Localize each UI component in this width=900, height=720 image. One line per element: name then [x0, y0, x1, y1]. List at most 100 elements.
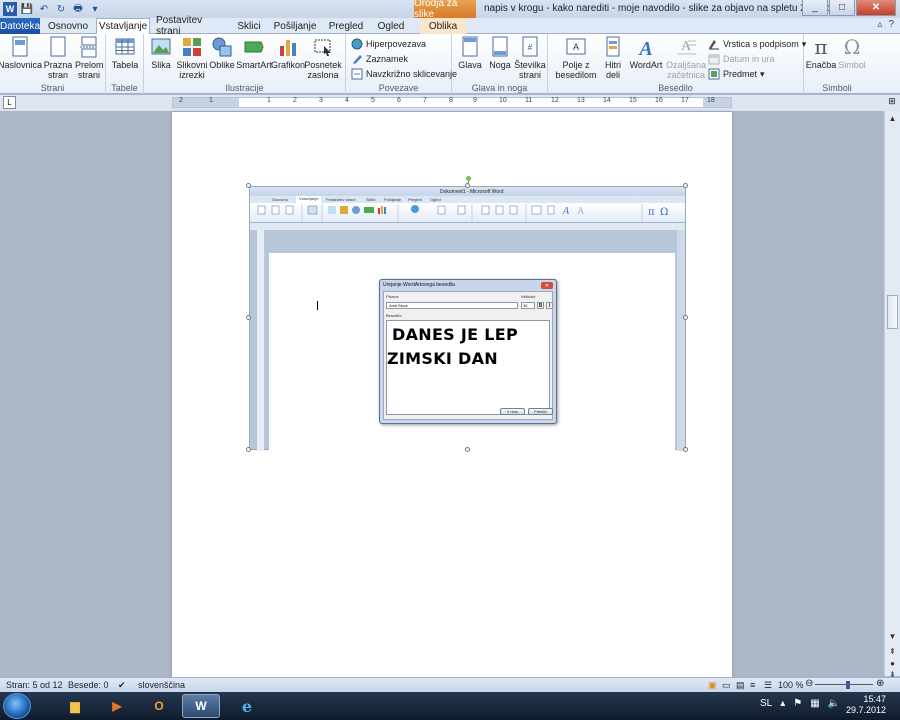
- browse-object-icon[interactable]: ●: [887, 658, 898, 669]
- ruler-number: 4: [345, 97, 349, 104]
- text-box-label: Polje z besedilom: [555, 60, 597, 80]
- minimize-button[interactable]: _: [802, 0, 828, 16]
- tab-review[interactable]: Pregled: [326, 18, 366, 34]
- footer-button[interactable]: Noga: [486, 36, 514, 70]
- network-icon[interactable]: ▦: [810, 698, 819, 709]
- tab-selector-button[interactable]: L: [3, 96, 16, 109]
- resize-handle-r[interactable]: [683, 315, 688, 320]
- bookmark-button[interactable]: Zaznamek: [351, 53, 408, 65]
- save-icon[interactable]: 💾: [20, 2, 34, 16]
- vertical-scrollbar[interactable]: ▲ ▼ ⇞ ● ⇟: [884, 111, 900, 679]
- draft-view-icon[interactable]: ☰: [764, 680, 772, 691]
- group-text: A Polje z besedilom Hitri deli A WordArt…: [548, 34, 806, 94]
- internet-explorer-icon[interactable]: e: [228, 694, 266, 718]
- text-label: Besedilo:: [386, 313, 403, 318]
- scroll-down-icon[interactable]: ▼: [887, 631, 898, 642]
- table-button[interactable]: Tabela: [110, 36, 140, 70]
- size-select: 36: [521, 302, 535, 309]
- tab-mailings[interactable]: Pošiljanje: [272, 18, 318, 34]
- clock[interactable]: 15:47 29.7.2012: [846, 694, 886, 716]
- print-layout-view-icon[interactable]: ▣: [708, 680, 717, 691]
- flag-icon[interactable]: ⚑: [793, 698, 802, 709]
- word-count-status[interactable]: Besede: 0: [68, 680, 109, 690]
- cross-reference-button[interactable]: Navzkrižno sklicevanje: [351, 68, 457, 80]
- cross-reference-icon: [351, 68, 363, 80]
- embedded-scrollbar: [677, 230, 685, 451]
- drop-cap-button[interactable]: A Ozaljšana začetnica: [666, 36, 706, 80]
- picture-button[interactable]: Slika: [148, 36, 174, 70]
- customize-qat-icon[interactable]: ▾: [88, 2, 102, 16]
- language-status[interactable]: slovenščina: [138, 680, 185, 690]
- outline-view-icon[interactable]: ≡: [750, 680, 755, 690]
- help-icon[interactable]: ?: [888, 19, 894, 30]
- clip-art-button[interactable]: Slikovni izrezki: [174, 36, 210, 80]
- zoom-out-icon[interactable]: ⊖: [805, 678, 813, 689]
- equation-button[interactable]: π Enačba: [806, 36, 837, 70]
- wordart-button[interactable]: A WordArt: [628, 36, 664, 70]
- scroll-up-icon[interactable]: ▲: [887, 113, 898, 124]
- tab-insert[interactable]: Vstavljanje: [96, 18, 150, 35]
- word-app-icon[interactable]: W: [3, 2, 17, 16]
- zoom-slider[interactable]: ⊖ ⊕: [805, 678, 885, 689]
- show-hidden-icons[interactable]: ▴: [780, 698, 785, 709]
- volume-icon[interactable]: 🔈: [828, 698, 840, 709]
- signature-line-button[interactable]: Vrstica s podpisom ▾: [708, 38, 806, 50]
- outlook-icon[interactable]: O: [140, 694, 178, 718]
- shapes-button[interactable]: Oblike: [208, 36, 236, 70]
- scroll-thumb[interactable]: [887, 295, 898, 329]
- web-layout-view-icon[interactable]: ▤: [736, 680, 745, 691]
- cover-page-button[interactable]: Naslovnica: [0, 36, 42, 70]
- quick-parts-button[interactable]: Hitri deli: [600, 36, 626, 80]
- view-ruler-icon[interactable]: ⊞: [886, 96, 898, 109]
- object-button[interactable]: Predmet ▾: [708, 68, 765, 80]
- horizontal-ruler[interactable]: 2 1 1 2 3 4 5 6 7 8 9 10 11 12 13 14 15 …: [172, 97, 732, 108]
- tab-references[interactable]: Sklici: [234, 18, 264, 34]
- proofing-icon[interactable]: ✔: [118, 680, 126, 691]
- text-box-button[interactable]: A Polje z besedilom: [554, 36, 598, 80]
- zoom-level[interactable]: 100 %: [778, 680, 804, 690]
- maximize-button[interactable]: □: [829, 0, 855, 16]
- full-screen-view-icon[interactable]: ▭: [722, 680, 731, 691]
- page-count-status[interactable]: Stran: 5 od 12: [6, 680, 63, 690]
- resize-handle-b[interactable]: [465, 447, 470, 452]
- date-time-button[interactable]: Datum in ura: [708, 53, 775, 65]
- resize-handle-tr[interactable]: [683, 183, 688, 188]
- resize-handle-l[interactable]: [246, 315, 251, 320]
- header-button[interactable]: Glava: [456, 36, 484, 70]
- resize-handle-br[interactable]: [683, 447, 688, 452]
- group-symbols-label: Simboli: [822, 83, 852, 93]
- embedded-tab-row: Osnovno Vstavljanje Postavitev strani Sk…: [250, 196, 685, 203]
- start-button[interactable]: [3, 693, 31, 719]
- smartart-button[interactable]: SmartArt: [236, 36, 272, 70]
- tab-page-layout[interactable]: Postavitev strani: [156, 15, 228, 37]
- resize-handle-tl[interactable]: [246, 183, 251, 188]
- language-indicator[interactable]: SL: [760, 698, 772, 709]
- word-taskbar-icon[interactable]: W: [182, 694, 220, 718]
- tab-view[interactable]: Ogled: [372, 18, 410, 34]
- group-pages-label: Strani: [40, 83, 65, 93]
- tab-home[interactable]: Osnovno: [46, 18, 90, 34]
- chart-button[interactable]: Grafikon: [271, 36, 305, 70]
- hyperlink-button[interactable]: Hiperpovezava: [351, 38, 426, 50]
- undo-icon[interactable]: ↶: [37, 2, 51, 16]
- previous-page-icon[interactable]: ⇞: [887, 646, 898, 657]
- tab-format[interactable]: Oblika: [420, 18, 466, 34]
- screenshot-button[interactable]: Posnetek zaslona: [304, 36, 342, 80]
- dialog-cancel-button: Prekliči: [528, 408, 553, 415]
- resize-handle-t[interactable]: [465, 183, 470, 188]
- blank-page-button[interactable]: Prazna stran: [42, 36, 74, 80]
- close-button[interactable]: ✕: [856, 0, 896, 16]
- print-preview-icon[interactable]: 🖶: [71, 2, 85, 16]
- zoom-slider-knob[interactable]: [846, 681, 850, 689]
- minimize-ribbon-icon[interactable]: ▵: [877, 19, 882, 30]
- zoom-in-icon[interactable]: ⊕: [876, 678, 884, 689]
- hyperlink-label: Hiperpovezava: [366, 39, 427, 49]
- explorer-icon[interactable]: ▆: [56, 694, 94, 718]
- symbol-button[interactable]: Ω Simbol: [837, 36, 867, 70]
- tab-file[interactable]: Datoteka: [0, 18, 40, 34]
- resize-handle-bl[interactable]: [246, 447, 251, 452]
- page-number-button[interactable]: # Številka strani: [514, 36, 546, 80]
- page-break-button[interactable]: Prelom strani: [74, 36, 104, 80]
- redo-icon[interactable]: ↻: [54, 2, 68, 16]
- media-player-icon[interactable]: ▶: [98, 694, 136, 718]
